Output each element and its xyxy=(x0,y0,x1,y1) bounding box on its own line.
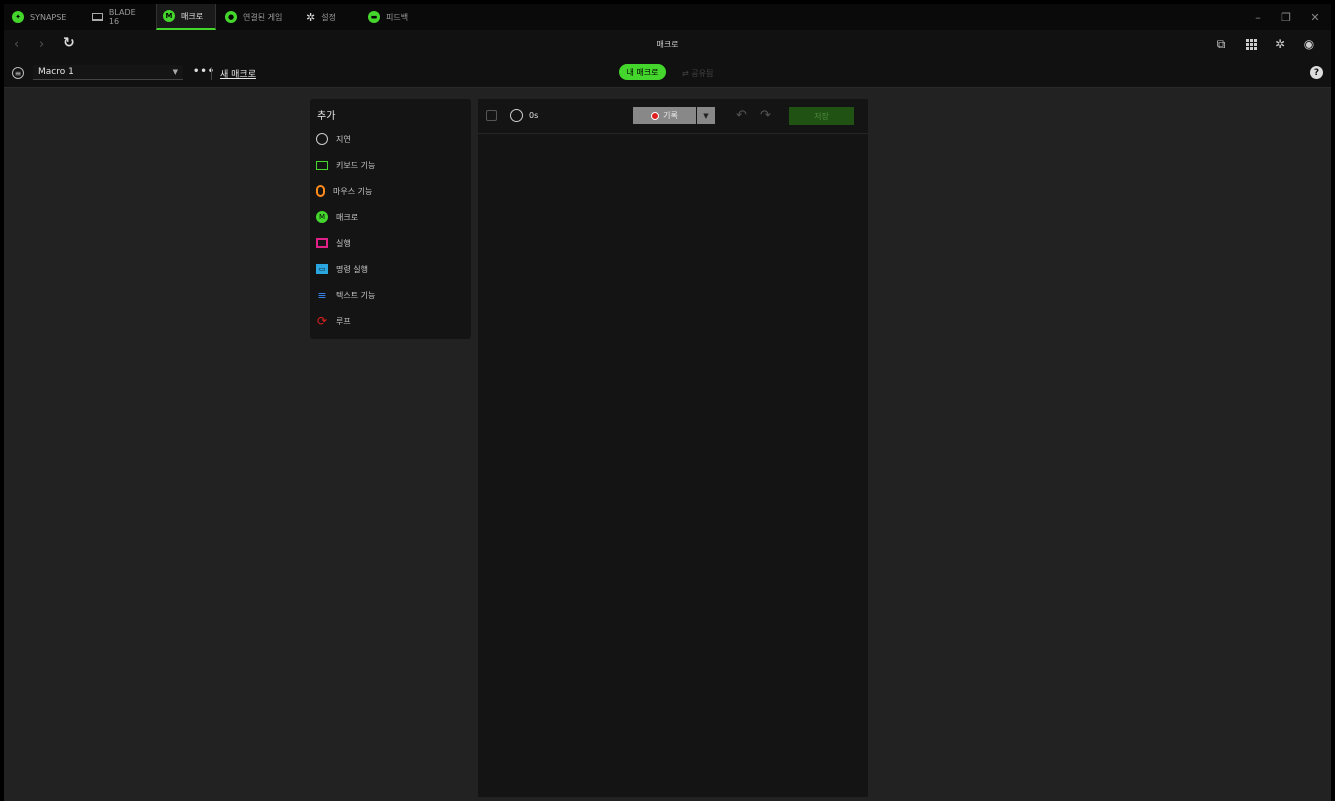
tab-synapse[interactable]: ✦ SYNAPSE xyxy=(6,4,84,30)
add-item-label: 명령 실행 xyxy=(336,264,368,274)
close-icon: ✕ xyxy=(1310,10,1320,24)
add-item-mouse[interactable]: 마우스 기능 xyxy=(316,184,372,198)
tab-settings[interactable]: ✲ 설정 xyxy=(300,4,354,30)
close-button[interactable]: ✕ xyxy=(1300,4,1330,30)
add-panel: 추가 지연 키보드 기능 마우스 기능 M 매크로 실행 ▭ 명령 실행 ≡ 텍… xyxy=(310,99,471,339)
add-item-label: 텍스트 기능 xyxy=(336,290,376,300)
save-button[interactable]: 저장 xyxy=(789,107,854,125)
select-all-checkbox[interactable] xyxy=(486,110,497,121)
tab-label: 매크로 xyxy=(181,11,204,21)
title-bar: ✦ SYNAPSE BLADE 16 M 매크로 ● 연결된 게임 ✲ 설정 ▬… xyxy=(4,4,1331,30)
add-item-label: 마우스 기능 xyxy=(333,186,373,196)
macro-toolbar: ≡ Macro 1 ▼ ••• 새 매크로 내 매크로 ⇄ 공유됨 ? xyxy=(4,60,1331,88)
account-icon[interactable]: ◉ xyxy=(1301,36,1317,52)
divider xyxy=(211,67,212,80)
tab-blade-16[interactable]: BLADE 16 xyxy=(86,4,154,30)
keyboard-icon xyxy=(316,160,328,170)
macro-editor: 0s 기록 ▼ ↶ ↷ 저장 xyxy=(478,99,868,797)
add-item-macro[interactable]: M 매크로 xyxy=(316,210,358,224)
clock-icon xyxy=(316,133,328,145)
tab-shared-label: 공유됨 xyxy=(691,69,714,78)
macro-icon: M xyxy=(163,10,175,22)
add-item-label: 매크로 xyxy=(336,212,359,222)
add-item-label: 지연 xyxy=(336,134,351,144)
settings-icon[interactable]: ✲ xyxy=(1272,36,1288,52)
add-panel-title: 추가 xyxy=(317,111,336,122)
tab-shared[interactable]: ⇄ 공유됨 xyxy=(682,68,713,79)
tab-label: 연결된 게임 xyxy=(243,12,283,22)
add-item-label: 루프 xyxy=(336,316,351,326)
tab-label: BLADE 16 xyxy=(108,8,136,26)
tab-label: SYNAPSE xyxy=(30,12,67,22)
launch-icon xyxy=(316,238,328,248)
razer-logo-icon: ✦ xyxy=(12,11,24,23)
maximize-icon: ❐ xyxy=(1281,10,1291,24)
nav-bar: ‹ › ↻ 매크로 ⧉ ✲ ◉ xyxy=(4,30,1331,60)
undo-icon[interactable]: ↶ xyxy=(736,108,747,123)
add-item-launch[interactable]: 실행 xyxy=(316,236,351,250)
gamepad-icon: ● xyxy=(225,11,237,23)
gear-icon: ✲ xyxy=(306,10,316,24)
record-options-dropdown[interactable]: ▼ xyxy=(697,107,715,124)
tab-connected-games[interactable]: ● 연결된 게임 xyxy=(219,4,294,30)
tab-my-macros[interactable]: 내 매크로 xyxy=(619,64,666,80)
mouse-icon xyxy=(316,185,325,197)
add-item-label: 키보드 기능 xyxy=(336,160,376,170)
maximize-button[interactable]: ❐ xyxy=(1271,4,1301,30)
minimize-icon: – xyxy=(1255,10,1261,24)
app-window: ✦ SYNAPSE BLADE 16 M 매크로 ● 연결된 게임 ✲ 설정 ▬… xyxy=(4,4,1331,801)
new-macro-link[interactable]: 새 매크로 xyxy=(220,67,256,80)
macro-list-icon[interactable]: ≡ xyxy=(12,67,24,79)
help-icon[interactable]: ? xyxy=(1310,66,1323,79)
tab-label: 설정 xyxy=(321,12,336,22)
chevron-down-icon: ▼ xyxy=(172,68,178,76)
apps-grid-icon[interactable] xyxy=(1243,36,1259,52)
add-item-run-command[interactable]: ▭ 명령 실행 xyxy=(316,262,368,276)
macro-icon: M xyxy=(316,211,328,223)
record-label: 기록 xyxy=(663,111,678,120)
chevron-down-icon: ▼ xyxy=(703,111,709,120)
add-item-delay[interactable]: 지연 xyxy=(316,132,351,146)
add-item-loop[interactable]: ⟳ 루프 xyxy=(316,314,351,328)
total-duration: 0s xyxy=(529,111,539,120)
tab-label: 피드백 xyxy=(386,12,409,22)
add-item-text[interactable]: ≡ 텍스트 기능 xyxy=(316,288,375,302)
laptop-icon xyxy=(92,13,103,21)
record-button[interactable]: 기록 xyxy=(633,107,696,124)
text-icon: ≡ xyxy=(317,288,327,302)
feedback-icon: ▬ xyxy=(368,11,380,23)
loop-icon: ⟳ xyxy=(316,314,328,328)
editor-header: 0s 기록 ▼ ↶ ↷ 저장 xyxy=(478,99,868,134)
clock-icon xyxy=(510,109,523,122)
macro-select-value: Macro 1 xyxy=(38,67,74,77)
add-item-keyboard[interactable]: 키보드 기능 xyxy=(316,158,375,172)
tab-feedback[interactable]: ▬ 피드백 xyxy=(362,4,422,30)
profile-sync-icon[interactable]: ⧉ xyxy=(1213,36,1229,52)
minimize-button[interactable]: – xyxy=(1243,4,1273,30)
page-title: 매크로 xyxy=(656,40,679,49)
macro-select[interactable]: Macro 1 ▼ xyxy=(33,65,183,80)
terminal-icon: ▭ xyxy=(316,264,328,274)
redo-icon[interactable]: ↷ xyxy=(760,108,771,123)
tab-macro[interactable]: M 매크로 xyxy=(156,4,216,30)
record-icon xyxy=(651,111,660,120)
add-item-label: 실행 xyxy=(336,238,351,248)
